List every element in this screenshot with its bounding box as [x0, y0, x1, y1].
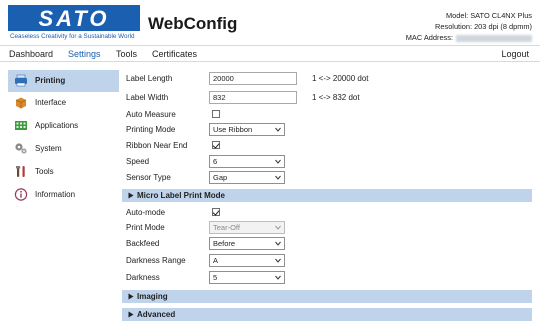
- darkness-label: Darkness: [126, 273, 160, 282]
- sidebar-item-label: System: [35, 144, 62, 153]
- info-icon: [14, 188, 28, 201]
- chevron-down-icon: [275, 258, 281, 263]
- darkness-range-value: A: [213, 256, 219, 265]
- speed-select[interactable]: 6: [209, 155, 285, 168]
- print-mode-value: Tear-Off: [213, 223, 240, 232]
- auto-measure-label: Auto Measure: [126, 110, 176, 119]
- darkness-range-row: Darkness Range A: [126, 253, 526, 269]
- auto-measure-row: Auto Measure: [126, 107, 526, 123]
- model-label: Model: SATO CL4NX Plus: [446, 11, 532, 20]
- mac-label: MAC Address:: [405, 33, 453, 42]
- ribbon-near-end-checkbox[interactable]: [212, 141, 220, 149]
- triangle-right-icon: [128, 311, 134, 318]
- darkness-range-select[interactable]: A: [209, 254, 285, 267]
- sidebar-item-interface[interactable]: Interface: [8, 92, 119, 114]
- triangle-right-icon: [128, 293, 134, 300]
- label-length-label: Label Length: [126, 74, 173, 83]
- ribbon-near-end-row: Ribbon Near End: [126, 138, 526, 154]
- auto-measure-checkbox[interactable]: [212, 110, 220, 118]
- label-width-label: Label Width: [126, 93, 169, 102]
- backfeed-row: Backfeed Before: [126, 236, 526, 252]
- label-length-range: 1 <-> 20000 dot: [312, 74, 369, 83]
- printing-mode-value: Use Ribbon: [213, 125, 253, 134]
- sensor-type-value: Gap: [213, 173, 228, 182]
- print-mode-select[interactable]: Tear-Off: [209, 221, 285, 234]
- auto-mode-checkbox[interactable]: [212, 208, 220, 216]
- label-length-input[interactable]: 20000: [209, 72, 297, 85]
- chevron-down-icon: [275, 175, 281, 180]
- imaging-section-header[interactable]: Imaging: [122, 290, 532, 303]
- sidebar-item-tools[interactable]: Tools: [8, 161, 119, 183]
- nav-settings[interactable]: Settings: [68, 49, 101, 59]
- triangle-right-icon: [128, 192, 134, 199]
- print-mode-row: Print Mode Tear-Off: [126, 220, 526, 236]
- darkness-select[interactable]: 5: [209, 271, 285, 284]
- ribbon-near-end-label: Ribbon Near End: [126, 141, 188, 150]
- sidebar-item-system[interactable]: System: [8, 138, 119, 160]
- printing-mode-label: Printing Mode: [126, 125, 176, 134]
- printing-settings-form: Label Length 20000 1 <-> 20000 dot Label…: [122, 63, 540, 333]
- network-icon: [15, 97, 27, 109]
- printing-mode-row: Printing Mode Use Ribbon: [126, 122, 526, 138]
- sensor-type-row: Sensor Type Gap: [126, 170, 526, 186]
- advanced-section-title: Advanced: [137, 310, 176, 319]
- imaging-section-title: Imaging: [137, 292, 168, 301]
- speed-label: Speed: [126, 157, 150, 166]
- backfeed-label: Backfeed: [126, 239, 160, 248]
- nav-certificates[interactable]: Certificates: [152, 49, 197, 59]
- tools-icon: [16, 166, 25, 177]
- mac-address-redacted: [456, 34, 532, 42]
- sato-logo: SATO Ceaseless Creativity for a Sustaina…: [8, 5, 142, 41]
- label-width-range: 1 <-> 832 dot: [312, 93, 360, 102]
- chevron-down-icon: [275, 241, 281, 246]
- label-width-row: Label Width 832 1 <-> 832 dot: [126, 90, 526, 106]
- sidebar: Printing Interface Applications System T…: [0, 63, 121, 333]
- sidebar-item-label: Interface: [35, 98, 67, 107]
- sidebar-item-information[interactable]: Information: [8, 184, 119, 206]
- sidebar-item-label: Applications: [35, 121, 79, 130]
- gears-icon: [15, 143, 27, 154]
- applications-icon: [15, 121, 27, 130]
- auto-mode-label: Auto-mode: [126, 208, 166, 217]
- nav-tools[interactable]: Tools: [116, 49, 137, 59]
- darkness-row: Darkness 5: [126, 270, 526, 286]
- sidebar-item-printing[interactable]: Printing: [8, 70, 119, 92]
- backfeed-select[interactable]: Before: [209, 237, 285, 250]
- sidebar-item-label: Information: [35, 190, 76, 199]
- printer-icon: [15, 74, 27, 87]
- chevron-down-icon: [275, 159, 281, 164]
- speed-row: Speed 6: [126, 154, 526, 170]
- darkness-value: 5: [213, 273, 218, 282]
- backfeed-value: Before: [213, 239, 236, 248]
- top-nav: Dashboard Settings Tools Certificates Lo…: [0, 45, 540, 62]
- micro-label-section-header[interactable]: Micro Label Print Mode: [122, 189, 532, 202]
- app-title: WebConfig: [148, 14, 238, 33]
- sato-logo-mark: SATO: [8, 5, 140, 31]
- resolution-label: Resolution: 203 dpi (8 dpmm): [435, 22, 532, 31]
- label-width-input[interactable]: 832: [209, 91, 297, 104]
- nav-dashboard[interactable]: Dashboard: [9, 49, 53, 59]
- micro-label-section-title: Micro Label Print Mode: [137, 191, 226, 200]
- sensor-type-label: Sensor Type: [126, 173, 171, 182]
- device-info: Model: SATO CL4NX Plus Resolution: 203 d…: [406, 10, 532, 43]
- sidebar-item-applications[interactable]: Applications: [8, 115, 119, 137]
- printing-mode-select[interactable]: Use Ribbon: [209, 123, 285, 136]
- sidebar-item-label: Printing: [35, 76, 66, 85]
- sidebar-item-label: Tools: [35, 167, 54, 176]
- svg-text:SATO: SATO: [38, 6, 109, 31]
- print-mode-label: Print Mode: [126, 223, 165, 232]
- chevron-down-icon: [275, 275, 281, 280]
- advanced-section-header[interactable]: Advanced: [122, 308, 532, 321]
- darkness-range-label: Darkness Range: [126, 256, 186, 265]
- mac-address-row: MAC Address:: [406, 32, 532, 43]
- chevron-down-icon: [275, 127, 281, 132]
- brand-tagline: Ceaseless Creativity for a Sustainable W…: [10, 33, 135, 40]
- label-length-row: Label Length 20000 1 <-> 20000 dot: [126, 71, 526, 87]
- chevron-down-icon: [275, 225, 281, 230]
- logout-link[interactable]: Logout: [501, 49, 529, 59]
- sensor-type-select[interactable]: Gap: [209, 171, 285, 184]
- auto-mode-row: Auto-mode: [126, 205, 526, 221]
- header: SATO Ceaseless Creativity for a Sustaina…: [0, 0, 540, 44]
- speed-value: 6: [213, 157, 218, 166]
